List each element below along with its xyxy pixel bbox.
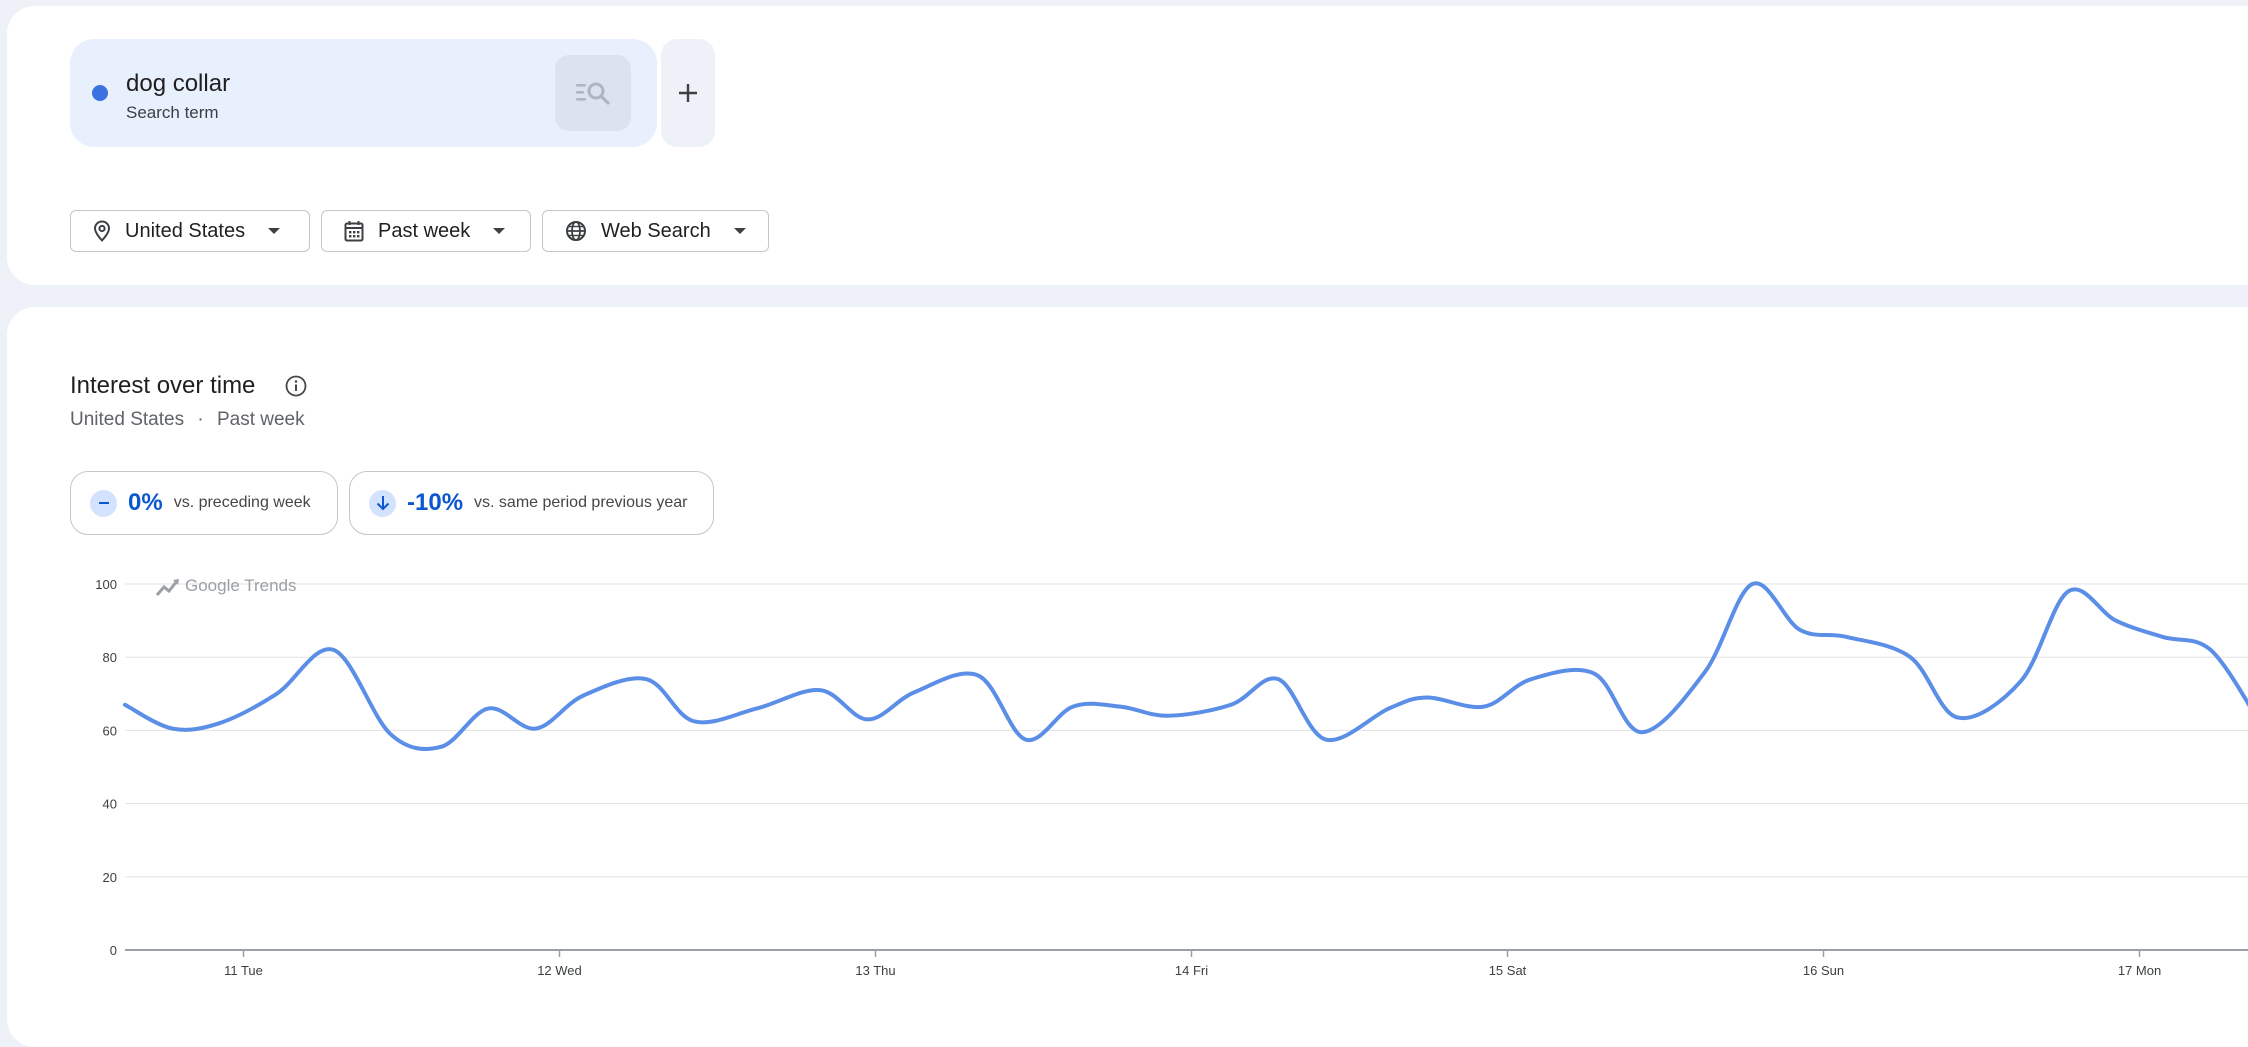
x-tick-label: 14 Fri bbox=[1175, 963, 1208, 978]
term-name: dog collar bbox=[126, 70, 231, 97]
term-color-dot bbox=[92, 85, 108, 101]
y-tick-label: 40 bbox=[103, 797, 117, 812]
search-term-chip[interactable]: dog collar Search term bbox=[70, 39, 657, 147]
y-tick-label: 20 bbox=[103, 870, 117, 885]
period-filter[interactable]: Past week bbox=[321, 210, 531, 252]
caret-down-icon bbox=[733, 227, 747, 235]
search-list-icon[interactable] bbox=[555, 55, 631, 131]
watermark-text: Google Trends bbox=[185, 576, 297, 595]
trends-watermark: Google Trends bbox=[155, 576, 297, 596]
calendar-icon bbox=[344, 220, 364, 242]
period-filter-label: Past week bbox=[378, 219, 471, 242]
interest-line-chart: 0 20 40 60 80 100 11 Tue 12 Wed 13 Thu 14 Fri 15 … bbox=[95, 576, 2248, 978]
caret-down-icon bbox=[492, 227, 506, 235]
x-tick-label: 12 Wed bbox=[537, 963, 582, 978]
y-tick-label: 0 bbox=[110, 943, 117, 958]
x-tick-label: 17 Mon bbox=[2118, 963, 2161, 978]
property-filter[interactable]: Web Search bbox=[542, 210, 769, 252]
globe-icon bbox=[565, 220, 587, 242]
interest-over-time-card: Interest over time United States · Past … bbox=[7, 307, 2248, 1047]
y-tick-label: 60 bbox=[103, 723, 117, 738]
property-filter-label: Web Search bbox=[601, 219, 711, 242]
chart-series bbox=[123, 581, 2248, 751]
region-filter[interactable]: United States bbox=[70, 210, 310, 252]
y-tick-label: 100 bbox=[95, 577, 117, 592]
chart-gridlines bbox=[125, 583, 2248, 951]
location-pin-icon bbox=[93, 220, 111, 242]
explore-header-card: dog collar Search term United States Pas… bbox=[7, 6, 2248, 285]
x-tick-label: 16 Sun bbox=[1803, 963, 1844, 978]
trends-line-icon bbox=[155, 580, 179, 596]
chart-x-axis: 11 Tue 12 Wed 13 Thu 14 Fri 15 Sat 16 Sun 17 M… bbox=[224, 950, 2161, 978]
chart-y-axis: 0 20 40 60 80 100 bbox=[95, 577, 117, 958]
x-tick-label: 15 Sat bbox=[1489, 963, 1527, 978]
series-line[interactable] bbox=[123, 581, 2248, 751]
plus-icon bbox=[679, 84, 697, 102]
x-tick-label: 13 Thu bbox=[855, 963, 895, 978]
y-tick-label: 80 bbox=[103, 650, 117, 665]
add-comparison-button[interactable] bbox=[661, 39, 715, 147]
region-filter-label: United States bbox=[125, 219, 246, 242]
term-type: Search term bbox=[126, 103, 219, 122]
x-tick-label: 11 Tue bbox=[224, 963, 263, 978]
caret-down-icon bbox=[267, 227, 281, 235]
